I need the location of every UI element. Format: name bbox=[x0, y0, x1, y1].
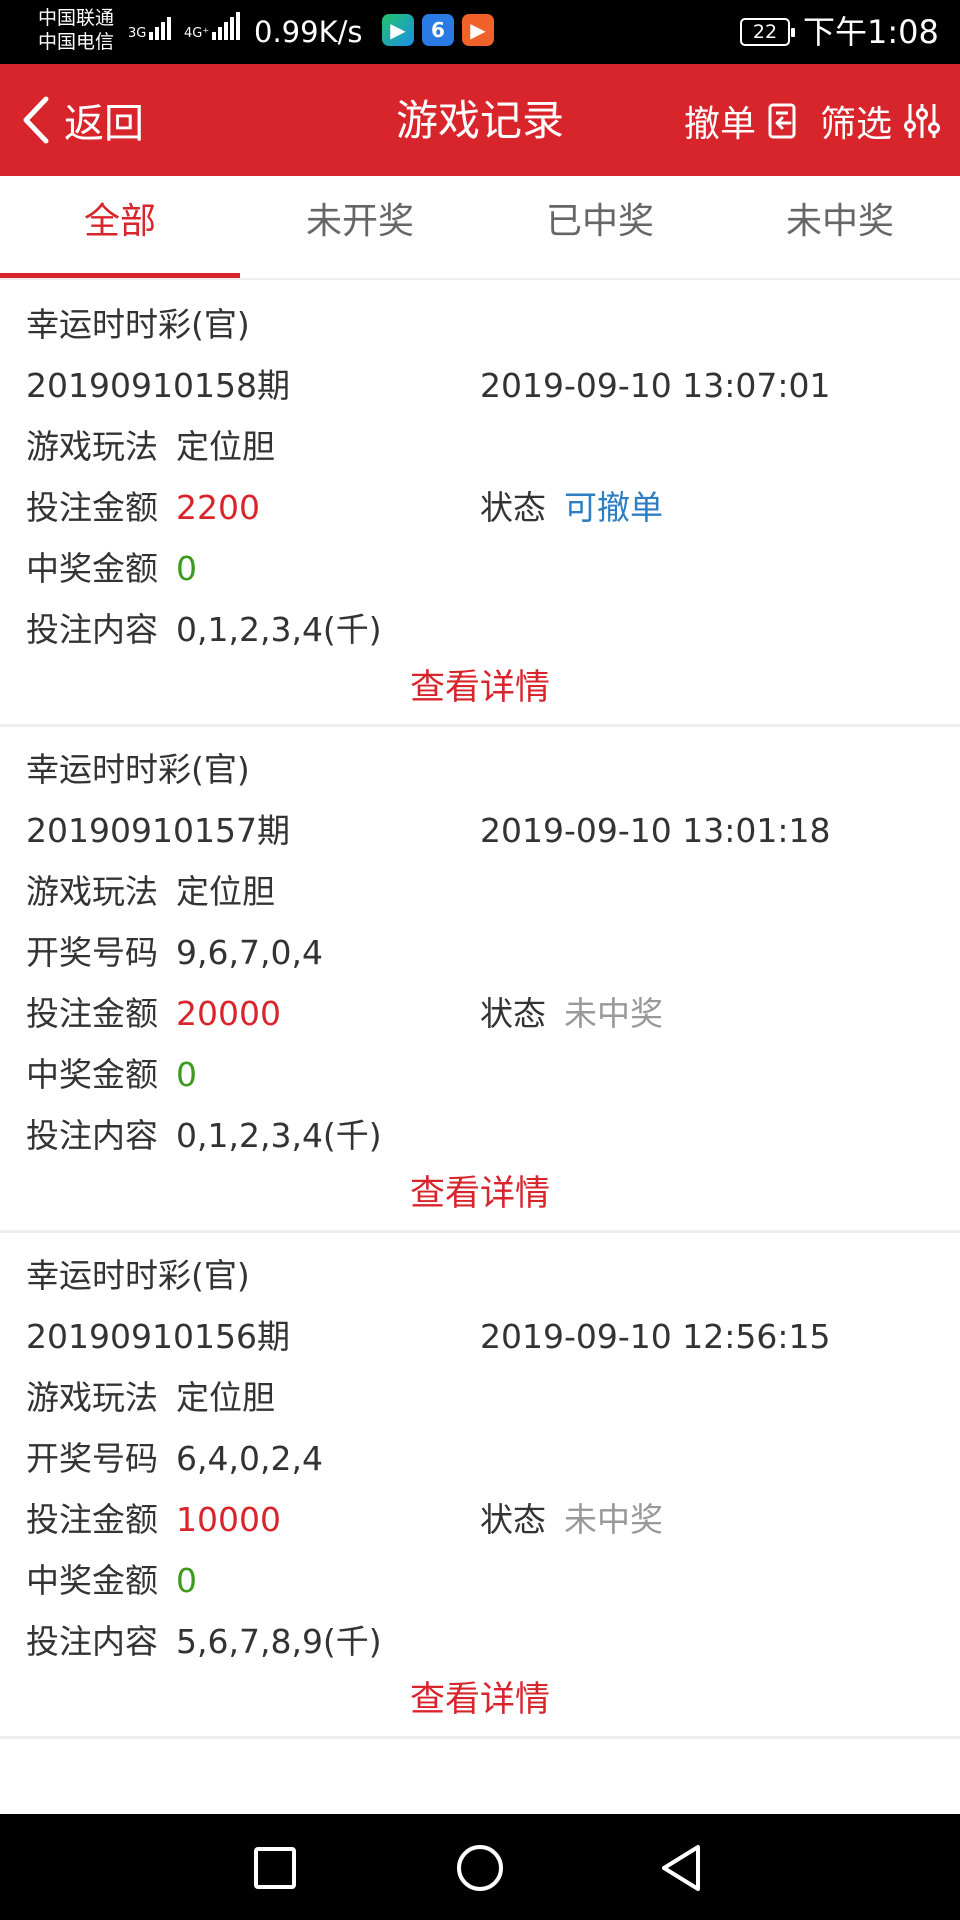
record-card: 幸运时时彩(官) 20190910158期 2019-09-10 13:07:0… bbox=[0, 282, 960, 727]
status-badge: 未中奖 bbox=[564, 994, 663, 1033]
draw-number-value: 9,6,7,0,4 bbox=[176, 933, 323, 972]
record-list[interactable]: 幸运时时彩(官) 20190910158期 2019-09-10 13:07:0… bbox=[0, 282, 960, 1814]
bet-amount-label: 投注金额 bbox=[26, 1500, 158, 1539]
bet-content-value: 0,1,2,3,4(千) bbox=[176, 1116, 382, 1155]
bet-content-value: 5,6,7,8,9(千) bbox=[176, 1622, 382, 1661]
sliders-icon bbox=[904, 104, 940, 138]
filter-button[interactable]: 筛选 bbox=[820, 95, 940, 147]
signal-bars-icon bbox=[212, 12, 241, 40]
status-badge: 未中奖 bbox=[564, 1500, 663, 1539]
bet-content-label: 投注内容 bbox=[26, 1116, 158, 1155]
carrier-2: 中国电信 bbox=[38, 31, 115, 53]
back-nav-button[interactable] bbox=[656, 1841, 710, 1895]
status-label: 状态 bbox=[480, 994, 546, 1033]
cancel-order-label: 撤单 bbox=[683, 104, 756, 145]
tab-not-won[interactable]: 未中奖 bbox=[720, 176, 960, 278]
win-amount-label: 中奖金额 bbox=[26, 1055, 158, 1094]
status-badge: 可撤单 bbox=[564, 488, 663, 527]
bet-amount-value: 20000 bbox=[176, 994, 281, 1033]
nav-bar: 返回 游戏记录 撤单 筛选 bbox=[0, 64, 960, 176]
media-app-icon: ▶ bbox=[462, 14, 494, 46]
period-number: 20190910158期 bbox=[26, 366, 290, 405]
bet-amount-label: 投注金额 bbox=[26, 488, 158, 527]
bet-amount-value: 10000 bbox=[176, 1500, 281, 1539]
back-button[interactable]: 返回 bbox=[18, 92, 144, 148]
signal-4g-label: 4G⁺ bbox=[184, 26, 210, 41]
filter-label: 筛选 bbox=[819, 104, 892, 145]
signal-3g: 3G bbox=[128, 12, 172, 41]
status-label: 状态 bbox=[480, 488, 546, 527]
signal-3g-label: 3G bbox=[128, 26, 147, 41]
system-nav-bar bbox=[0, 1814, 960, 1920]
signal-bars-icon bbox=[149, 12, 172, 40]
game-name: 幸运时时彩(官) bbox=[26, 305, 250, 344]
carrier-1: 中国联通 bbox=[38, 7, 115, 29]
bet-content-label: 投注内容 bbox=[26, 610, 158, 649]
video-app-icon: ▶ bbox=[382, 14, 414, 46]
cancel-order-button[interactable]: 撤单 bbox=[684, 95, 798, 147]
record-filter-tabs: 全部 未开奖 已中奖 未中奖 bbox=[0, 176, 960, 280]
bet-amount-label: 投注金额 bbox=[26, 994, 158, 1033]
view-details-link[interactable]: 查看详情 bbox=[0, 1166, 960, 1230]
win-amount-label: 中奖金额 bbox=[26, 1561, 158, 1600]
status-label: 状态 bbox=[480, 1500, 546, 1539]
nav-actions: 撤单 筛选 bbox=[684, 96, 940, 146]
tab-all[interactable]: 全部 bbox=[0, 176, 240, 278]
browser-app-icon: 6 bbox=[422, 14, 454, 46]
cancel-order-icon bbox=[768, 103, 796, 139]
battery-icon: 22 bbox=[740, 18, 795, 46]
record-card: 幸运时时彩(官) 20190910157期 2019-09-10 13:01:1… bbox=[0, 727, 960, 1233]
bet-datetime: 2019-09-10 13:01:18 bbox=[480, 811, 831, 850]
status-bar: 中国联通 中国电信 3G 4G⁺ 0.99K/s ▶ 6 ▶ 22 下午1:08 bbox=[0, 0, 960, 64]
bet-content-value: 0,1,2,3,4(千) bbox=[176, 610, 382, 649]
bet-amount-value: 2200 bbox=[176, 488, 260, 527]
notification-icons: ▶ 6 ▶ bbox=[382, 14, 494, 46]
view-details-link[interactable]: 查看详情 bbox=[0, 1672, 960, 1736]
record-card: 幸运时时彩(官) 20190910156期 2019-09-10 12:56:1… bbox=[0, 1233, 960, 1739]
play-method-label: 游戏玩法 bbox=[26, 872, 158, 911]
tab-won[interactable]: 已中奖 bbox=[480, 176, 720, 278]
win-amount-value: 0 bbox=[176, 549, 197, 588]
period-number: 20190910157期 bbox=[26, 811, 290, 850]
bet-datetime: 2019-09-10 13:07:01 bbox=[480, 366, 831, 405]
net-speed: 0.99K/s bbox=[254, 15, 363, 49]
bet-datetime: 2019-09-10 12:56:15 bbox=[480, 1317, 831, 1356]
play-method-label: 游戏玩法 bbox=[26, 427, 158, 466]
game-name: 幸运时时彩(官) bbox=[26, 1256, 250, 1295]
game-name: 幸运时时彩(官) bbox=[26, 750, 250, 789]
draw-number-label: 开奖号码 bbox=[26, 1439, 158, 1478]
period-number: 20190910156期 bbox=[26, 1317, 290, 1356]
home-button[interactable] bbox=[453, 1841, 507, 1895]
bet-content-label: 投注内容 bbox=[26, 1622, 158, 1661]
carrier-names: 中国联通 中国电信 bbox=[38, 6, 114, 54]
play-method-value: 定位胆 bbox=[176, 427, 275, 466]
win-amount-label: 中奖金额 bbox=[26, 549, 158, 588]
view-details-link[interactable]: 查看详情 bbox=[0, 660, 960, 724]
draw-number-value: 6,4,0,2,4 bbox=[176, 1439, 323, 1478]
play-method-value: 定位胆 bbox=[176, 872, 275, 911]
win-amount-value: 0 bbox=[176, 1561, 197, 1600]
play-method-label: 游戏玩法 bbox=[26, 1378, 158, 1417]
tab-not-drawn[interactable]: 未开奖 bbox=[240, 176, 480, 278]
draw-number-label: 开奖号码 bbox=[26, 933, 158, 972]
chevron-left-icon bbox=[23, 96, 49, 144]
win-amount-value: 0 bbox=[176, 1055, 197, 1094]
back-label: 返回 bbox=[64, 101, 144, 147]
clock: 下午1:08 bbox=[803, 13, 939, 51]
play-method-value: 定位胆 bbox=[176, 1378, 275, 1417]
recent-apps-button[interactable] bbox=[248, 1841, 302, 1895]
signal-4g: 4G⁺ bbox=[184, 12, 241, 41]
